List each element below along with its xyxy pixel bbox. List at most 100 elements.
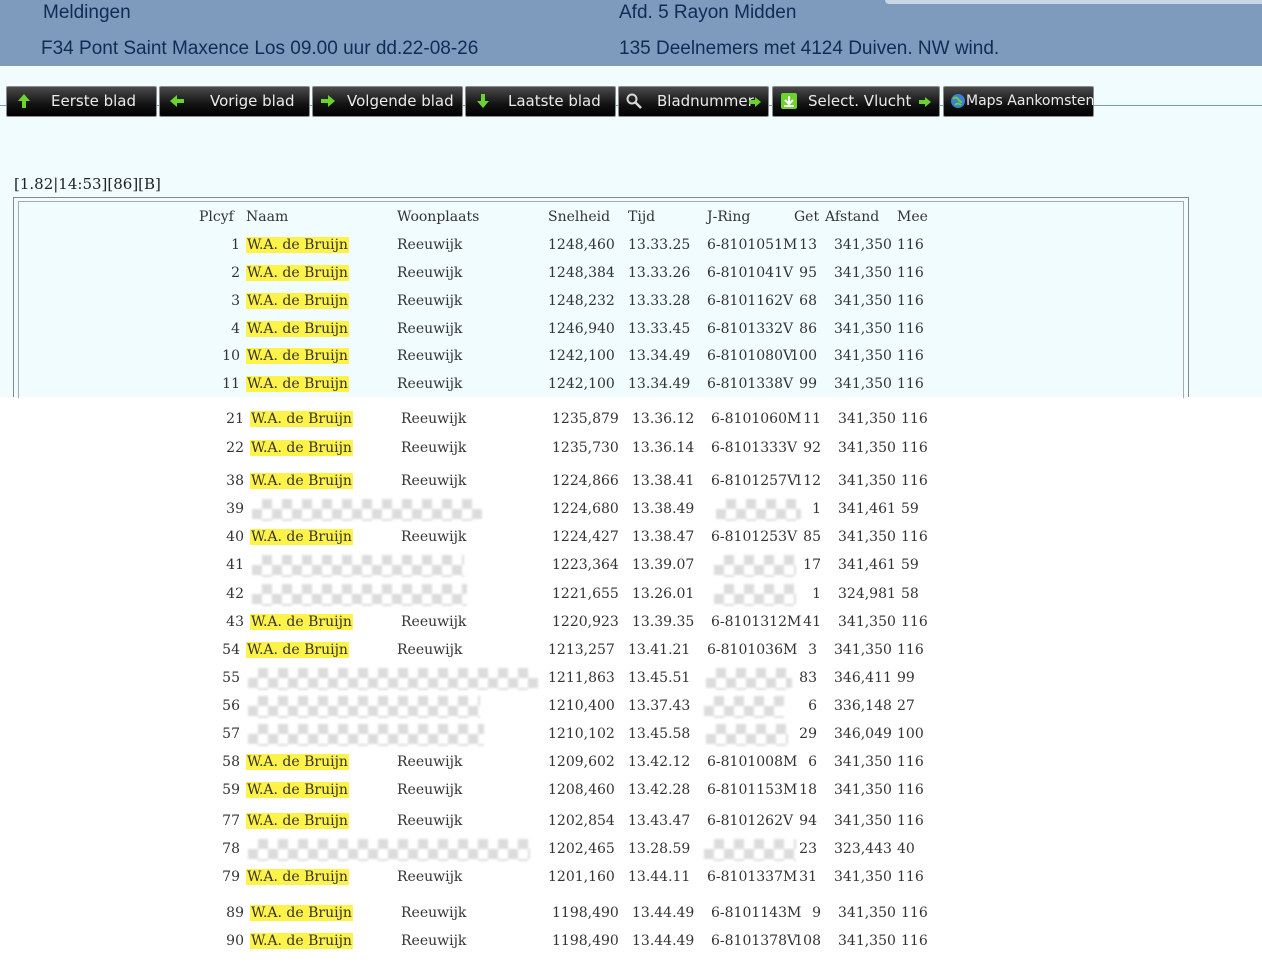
name-cell: W.A. de Bruijn <box>250 905 353 921</box>
arrow-right-small-icon <box>749 97 761 107</box>
table-row: 1 W.A. de Bruijn Reeuwijk 1248,460 13.33.25 6… <box>0 234 1100 258</box>
first-page-button[interactable]: Eerste blad <box>6 86 157 117</box>
ring-cell: 6-8101312M <box>711 614 802 630</box>
time-cell: 13.44.11 <box>628 869 691 885</box>
speed-cell: 1224,866 <box>552 473 619 489</box>
ring-cell: 6-8101332V <box>707 321 794 337</box>
place-cell: 78 <box>222 841 240 857</box>
last-page-button[interactable]: Laatste blad <box>465 86 616 117</box>
arrow-up-icon <box>18 94 30 108</box>
name-cell: W.A. de Bruijn <box>246 754 349 770</box>
table-row: 78 1202,465 13.28.59 23 323,443 40 <box>0 838 1100 862</box>
name-cell: W.A. de Bruijn <box>246 293 349 309</box>
time-cell: 13.33.28 <box>628 293 691 309</box>
arrow-right-icon <box>321 95 335 107</box>
speed-cell: 1211,863 <box>548 670 615 686</box>
time-cell: 13.44.49 <box>632 933 695 949</box>
name-highlight: W.A. de Bruijn <box>246 265 349 281</box>
select-flight-button[interactable]: Select. Vlucht <box>772 86 940 117</box>
mee-cell: 116 <box>897 237 924 253</box>
ring-cell: 6-8101378V <box>711 933 798 949</box>
speed-cell: 1248,384 <box>548 265 615 281</box>
table-row: 42 1221,655 13.26.01 1 324,981 58 <box>4 583 1104 607</box>
ring-cell: 6-8101008M <box>707 754 798 770</box>
previous-page-button[interactable]: Vorige blad <box>159 86 310 117</box>
mee-cell: 59 <box>901 557 919 573</box>
place-cell: 1 <box>231 237 240 253</box>
place-cell: 57 <box>222 726 240 742</box>
name-highlight: W.A. de Bruijn <box>246 754 349 770</box>
mee-cell: 116 <box>901 440 928 456</box>
distance-cell: 341,350 <box>838 440 896 456</box>
city-cell: Reeuwijk <box>397 293 463 309</box>
table-row: 22 W.A. de Bruijn Reeuwijk 1235,730 13.36.14… <box>4 437 1104 461</box>
get-cell: 6 <box>808 698 817 714</box>
get-cell: 11 <box>803 411 821 427</box>
place-cell: 2 <box>231 265 240 281</box>
privacy-blur <box>714 584 796 606</box>
name-cell: W.A. de Bruijn <box>250 440 353 456</box>
distance-cell: 341,350 <box>834 782 892 798</box>
distance-cell: 341,350 <box>834 348 892 364</box>
arrow-down-icon <box>477 94 489 108</box>
place-cell: 89 <box>226 905 244 921</box>
next-page-button[interactable]: Volgende blad <box>312 86 463 117</box>
place-cell: 3 <box>231 293 240 309</box>
get-cell: 94 <box>799 813 817 829</box>
name-highlight: W.A. de Bruijn <box>246 348 349 364</box>
time-cell: 13.36.12 <box>632 411 695 427</box>
name-cell: W.A. de Bruijn <box>246 869 349 885</box>
name-highlight: W.A. de Bruijn <box>246 813 349 829</box>
privacy-blur <box>704 696 784 718</box>
city-cell: Reeuwijk <box>397 265 463 281</box>
time-cell: 13.38.47 <box>632 529 695 545</box>
time-cell: 13.28.59 <box>628 841 691 857</box>
time-cell: 13.43.47 <box>628 813 691 829</box>
name-highlight: W.A. de Bruijn <box>250 529 353 545</box>
privacy-blur <box>252 499 482 521</box>
speed-cell: 1235,879 <box>552 411 619 427</box>
privacy-blur <box>706 724 788 746</box>
previous-page-label: Vorige blad <box>210 92 295 110</box>
speed-cell: 1235,730 <box>552 440 619 456</box>
distance-cell: 341,350 <box>834 293 892 309</box>
header-jring: J-Ring <box>707 209 751 225</box>
arrow-right-small-icon <box>919 97 931 107</box>
mee-cell: 27 <box>897 698 915 714</box>
globe-icon <box>951 94 965 108</box>
name-highlight: W.A. de Bruijn <box>246 293 349 309</box>
place-cell: 90 <box>226 933 244 949</box>
mee-cell: 116 <box>897 293 924 309</box>
place-cell: 58 <box>222 754 240 770</box>
name-cell: W.A. de Bruijn <box>250 933 353 949</box>
get-cell: 17 <box>803 557 821 573</box>
city-cell: Reeuwijk <box>397 782 463 798</box>
table-row: 59 W.A. de Bruijn Reeuwijk 1208,460 13.42.28… <box>0 779 1100 803</box>
place-cell: 40 <box>226 529 244 545</box>
get-cell: 100 <box>790 348 817 364</box>
table-row: 90 W.A. de Bruijn Reeuwijk 1198,490 13.44.49… <box>4 930 1104 954</box>
speed-cell: 1224,427 <box>552 529 619 545</box>
header-tijd: Tijd <box>628 209 656 225</box>
place-cell: 38 <box>226 473 244 489</box>
run-info: [1.82|14:53][86][B] <box>14 175 161 193</box>
speed-cell: 1213,257 <box>548 642 615 658</box>
privacy-blur <box>248 696 480 718</box>
mee-cell: 116 <box>901 529 928 545</box>
table-row: 40 W.A. de Bruijn Reeuwijk 1224,427 13.38.47… <box>4 526 1104 550</box>
get-cell: 29 <box>799 726 817 742</box>
page-number-button[interactable]: Bladnummer <box>618 86 769 117</box>
name-highlight: W.A. de Bruijn <box>246 642 349 658</box>
maps-arrivals-button[interactable]: Maps Aankomsten <box>943 86 1094 117</box>
distance-cell: 324,981 <box>838 586 896 602</box>
get-cell: 3 <box>808 642 817 658</box>
table-row: 77 W.A. de Bruijn Reeuwijk 1202,854 13.43.47… <box>0 810 1100 834</box>
speed-cell: 1210,400 <box>548 698 615 714</box>
name-cell: W.A. de Bruijn <box>246 813 349 829</box>
mee-cell: 116 <box>897 754 924 770</box>
header-plcyf: Plcyf <box>199 209 234 225</box>
time-cell: 13.39.07 <box>632 557 695 573</box>
get-cell: 85 <box>803 529 821 545</box>
name-highlight: W.A. de Bruijn <box>246 782 349 798</box>
table-row: 10 W.A. de Bruijn Reeuwijk 1242,100 13.34.49… <box>0 345 1100 369</box>
